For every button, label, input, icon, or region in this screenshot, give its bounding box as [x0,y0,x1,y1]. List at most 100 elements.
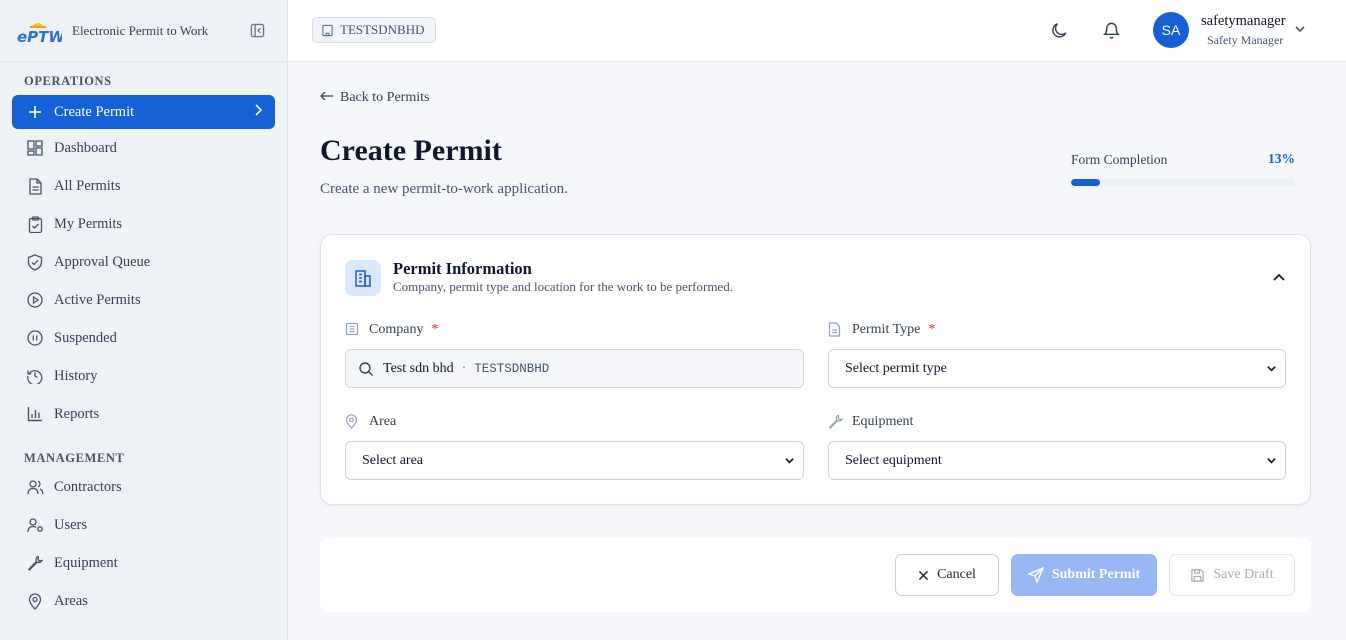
bell-icon[interactable] [1100,19,1122,41]
collapse-sidebar-icon[interactable] [248,22,266,40]
app-title: Electronic Permit to Work [72,22,209,38]
back-to-permits-link[interactable]: Back to Permits [320,90,429,106]
permit-type-value: Select permit type [845,360,947,376]
permit-information-card: Permit Information Company, permit type … [320,234,1311,505]
shield-check-icon [26,253,44,271]
submit-label: Submit Permit [1051,567,1141,582]
chevron-up-icon[interactable] [1272,269,1286,287]
card-subtitle: Company, permit type and location for th… [393,279,733,294]
permit-type-select[interactable]: Select permit type [828,349,1286,388]
completion-percent: 13% [1268,151,1295,166]
field-label-text: Permit Type [852,322,921,337]
svg-text:ePTW: ePTW [17,28,62,45]
sidebar-item-suspended[interactable]: Suspended [0,319,287,357]
form-completion: Form Completion 13% [1071,151,1295,186]
permit-type-label: Permit Type * [828,322,935,338]
area-select[interactable]: Select area [345,441,804,480]
sidebar-item-areas[interactable]: Areas [0,582,287,620]
sidebar-item-label: Equipment [54,554,118,571]
chevron-down-icon [1266,455,1277,471]
section-label-operations: OPERATIONS [24,74,112,88]
company-label: Company * [345,322,438,338]
sidebar-item-users[interactable]: Users [0,506,287,544]
area-value: Select area [362,452,424,468]
sidebar-item-label: Users [54,516,88,533]
eptw-logo[interactable]: ePTW [16,17,66,46]
bar-chart-icon [26,405,44,423]
completion-progress-bar [1071,179,1295,186]
company-name: Test sdn bhd [383,360,454,376]
equipment-value: Select equipment [845,452,942,468]
user-cog-icon [26,516,44,534]
company-code: TESTSDNBHD [474,361,550,376]
form-action-bar: Cancel Submit Permit Save Draft [320,537,1311,612]
close-icon [918,570,929,581]
sidebar-item-label: Create Permit [54,103,135,120]
sidebar-item-label: My Permits [54,215,123,232]
sidebar-item-all-permits[interactable]: All Permits [0,167,287,205]
map-pin-icon [26,592,44,610]
sidebar-item-label: Areas [54,592,88,609]
card-title: Permit Information [393,259,532,278]
tenant-badge[interactable]: TESTSDNBHD [312,17,436,43]
required-mark: * [431,322,439,337]
sidebar-item-history[interactable]: History [0,357,287,395]
sidebar-item-create-permit[interactable]: Create Permit [12,95,275,129]
cancel-button[interactable]: Cancel [895,554,999,596]
sidebar: ePTW Electronic Permit to Work OPERATION… [0,0,288,640]
user-avatar[interactable]: SA [1153,12,1189,48]
sidebar-item-equipment[interactable]: Equipment [0,544,287,582]
sidebar-item-reports[interactable]: Reports [0,395,287,433]
sidebar-item-active-permits[interactable]: Active Permits [0,281,287,319]
back-link-label: Back to Permits [340,90,430,105]
chevron-down-icon[interactable] [1294,22,1306,40]
sidebar-item-label: Suspended [54,329,117,346]
equipment-select[interactable]: Select equipment [828,441,1286,480]
sidebar-item-label: Approval Queue [54,253,151,270]
page-subtitle: Create a new permit-to-work application. [320,181,568,197]
save-draft-label: Save Draft [1213,567,1274,582]
pause-circle-icon [26,329,44,347]
wrench-icon [26,554,44,572]
company-search-input[interactable]: Test sdn bhd · TESTSDNBHD [345,349,804,388]
search-icon [358,361,374,377]
company-separator: · [461,360,467,376]
chevron-down-icon [1266,363,1277,379]
save-draft-button[interactable]: Save Draft [1169,554,1295,596]
sidebar-item-my-permits[interactable]: My Permits [0,205,287,243]
map-pin-icon [345,414,361,430]
sidebar-item-label: Dashboard [54,139,117,156]
user-name: safetymanager [1201,13,1286,29]
completion-progress-fill [1071,179,1101,186]
completion-label: Form Completion [1071,152,1168,167]
page-title: Create Permit [320,134,502,167]
document-icon [26,177,44,195]
save-icon [1190,568,1205,583]
send-icon [1027,567,1044,583]
tenant-name: TESTSDNBHD [340,22,425,37]
building-icon [345,322,361,338]
sidebar-item-label: Active Permits [54,291,141,308]
play-circle-icon [26,291,44,309]
field-label-text: Equipment [852,414,914,429]
user-role: Safety Manager [1207,33,1284,47]
building-icon [321,24,334,37]
sidebar-item-contractors[interactable]: Contractors [0,468,287,506]
history-icon [26,367,44,385]
sidebar-item-dashboard[interactable]: Dashboard [0,129,287,167]
equipment-label: Equipment [828,414,913,430]
cancel-label: Cancel [937,567,976,582]
sidebar-item-label: History [54,367,98,384]
sidebar-item-approval-queue[interactable]: Approval Queue [0,243,287,281]
wrench-icon [828,414,844,430]
field-label-text: Area [369,414,397,429]
submit-permit-button[interactable]: Submit Permit [1011,554,1157,596]
sidebar-item-label: Contractors [54,478,122,495]
moon-icon[interactable] [1048,19,1070,41]
chevron-right-icon [253,103,263,121]
dashboard-icon [26,139,44,157]
sidebar-item-label: All Permits [54,177,121,194]
top-bar: TESTSDNBHD SA safetymanager Safety Manag… [288,0,1346,62]
building-icon [345,260,381,296]
document-icon [828,322,844,338]
